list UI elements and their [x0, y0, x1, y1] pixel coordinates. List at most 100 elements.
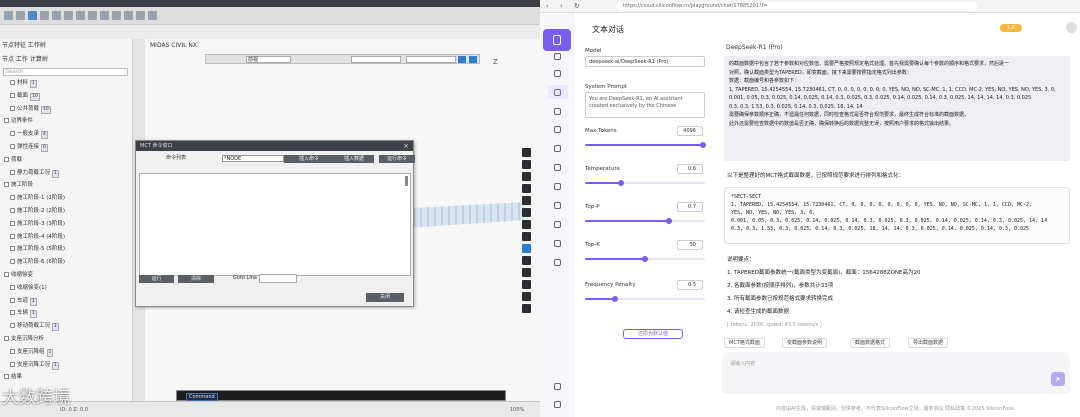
tree-item[interactable]: 一般支承 4 — [10, 129, 48, 140]
toolbar-icon[interactable] — [76, 11, 85, 20]
tree-item[interactable]: 边界条件 — [4, 116, 33, 126]
view-tool-icon[interactable] — [522, 172, 531, 181]
system-prompt-input[interactable]: You are DeepSeek-R1, an AI assistant cre… — [585, 92, 705, 118]
toolbar-icon[interactable] — [16, 11, 25, 20]
home-icon[interactable] — [554, 53, 561, 60]
settings-icon[interactable] — [554, 383, 561, 390]
view-tool-icon[interactable] — [522, 148, 531, 157]
dialog-close-button[interactable]: 关闭 — [366, 293, 404, 302]
toolbar-icon[interactable] — [100, 11, 109, 20]
toolbar-icon[interactable] — [64, 11, 73, 20]
insert-command-button[interactable]: 插入命令 — [284, 155, 334, 163]
view-tool-icon[interactable] — [522, 256, 531, 265]
tree-item[interactable]: 移动荷载工况 1 — [10, 321, 59, 332]
tree-item[interactable]: 公共荷载 10 — [10, 104, 51, 114]
view-tool-icon[interactable] — [522, 232, 531, 241]
clear-button[interactable]: 清除 — [178, 275, 214, 283]
toolbar-icon[interactable] — [148, 11, 157, 20]
slider-handle[interactable] — [642, 256, 648, 262]
chat-icon[interactable] — [554, 89, 561, 96]
tree-item[interactable]: 静力荷载工况 1 — [10, 168, 59, 178]
mct-text-area[interactable] — [139, 173, 411, 276]
param-slider[interactable] — [585, 256, 705, 262]
view-tool-icon[interactable] — [522, 160, 531, 169]
share-icon[interactable] — [554, 259, 561, 266]
close-icon[interactable]: × — [403, 141, 409, 151]
code-block[interactable]: *SECT-SECT 1, TAPERED, 15.4254554, 15.723… — [724, 187, 1070, 244]
tree-item[interactable]: 施工阶段-2 (2阶段) — [10, 206, 65, 216]
tree-item[interactable]: 收缩徐变 — [4, 270, 33, 280]
toolbar-icon[interactable] — [52, 11, 61, 20]
view-icon[interactable] — [469, 56, 477, 63]
view-tool-icon[interactable] — [522, 184, 531, 193]
param-slider[interactable] — [585, 180, 705, 186]
tree-item[interactable]: 施工阶段 — [4, 180, 33, 190]
toolbar-icon[interactable] — [136, 11, 145, 20]
run-command-button[interactable]: 运行命令 — [379, 155, 415, 163]
view-select[interactable]: 前视 — [246, 56, 291, 63]
command-bar[interactable]: Command — [176, 390, 506, 401]
model-select[interactable]: deepseek-ai/DeepSeek-R1 (Pro) — [585, 56, 705, 67]
tree-item[interactable]: 支座沉降组 1 — [10, 347, 54, 357]
filter-select[interactable] — [351, 56, 401, 63]
tree-item[interactable]: 车辆 1 — [10, 308, 37, 319]
tree-item[interactable]: 结果 — [4, 372, 22, 382]
toolbar-icon[interactable] — [4, 11, 13, 20]
tree-item[interactable]: 收缩徐变(1) — [10, 283, 47, 293]
slider-handle[interactable] — [666, 218, 672, 224]
view-tool-icon[interactable] — [522, 268, 531, 277]
balance-badge[interactable]: 1.0 — [1000, 24, 1022, 32]
view-tool-icon[interactable] — [522, 196, 531, 205]
param-value-input[interactable]: 0.6 — [677, 164, 703, 174]
audio-icon[interactable] — [554, 126, 561, 133]
app-logo[interactable] — [543, 29, 571, 51]
slider-handle[interactable] — [618, 180, 624, 186]
tree-item[interactable]: 施工阶段-1 (1阶段) — [10, 193, 65, 203]
view-tool-icon[interactable] — [522, 304, 531, 313]
dialog-title[interactable]: MCT 命令窗口 — [136, 141, 413, 151]
view-tool-icon[interactable] — [522, 244, 531, 253]
tree-item[interactable]: 材料 1 — [10, 78, 37, 88]
suggestion-chip[interactable]: 导出截面数据 — [908, 338, 949, 348]
tree-item[interactable]: 截面 10 — [10, 91, 40, 101]
chat-input[interactable]: 请输入内容 ➤ — [722, 352, 1070, 394]
suggestion-chip[interactable]: 变截面参数说明 — [782, 338, 828, 348]
viewport-tab[interactable]: MIDAS CIVIL NX — [150, 42, 197, 49]
goto-line-input[interactable] — [259, 274, 297, 283]
param-value-input[interactable]: 0.5 — [677, 280, 703, 290]
toolbar-icon[interactable] — [28, 11, 37, 20]
view-tool-icon[interactable] — [522, 280, 531, 289]
tree-item[interactable]: 支座沉降分析 — [4, 334, 44, 344]
param-value-input[interactable]: 0.7 — [677, 202, 703, 212]
slider-handle[interactable] — [612, 296, 618, 302]
param-value-input[interactable]: 4096 — [677, 126, 703, 136]
doc-icon[interactable] — [554, 221, 561, 228]
tree-item[interactable]: 弹性连接 6 — [10, 142, 48, 152]
view-tool-icon[interactable] — [522, 220, 531, 229]
reset-defaults-button[interactable]: 还原为默认值 — [623, 329, 683, 339]
batch-icon[interactable] — [554, 202, 561, 209]
url-field[interactable]: https://cloud.siliconflow.cn/playground/… — [617, 2, 977, 11]
command-select[interactable]: *NODE — [222, 155, 284, 162]
image-icon[interactable] — [554, 108, 561, 115]
tree-item[interactable]: 施工阶段-4 (4阶段) — [10, 232, 65, 242]
run-button[interactable]: 运行 — [139, 275, 174, 283]
key-icon[interactable] — [554, 240, 561, 247]
toolbar-icon[interactable] — [112, 11, 121, 20]
tree-item[interactable]: 车道 1 — [10, 296, 37, 306]
forward-icon[interactable]: › — [560, 2, 563, 11]
finetune-icon[interactable] — [554, 183, 561, 190]
download-icon[interactable] — [554, 145, 561, 152]
api-icon[interactable] — [554, 164, 561, 171]
tree-item[interactable]: 施工阶段-6 (6阶段) — [10, 257, 65, 267]
send-button[interactable]: ➤ — [1051, 372, 1065, 386]
tree-item[interactable]: 荷载 — [4, 155, 22, 165]
insert-data-button[interactable]: 插入数据 — [334, 155, 374, 163]
suggestion-chip[interactable]: MCT格式截面 — [724, 338, 765, 348]
param-value-input[interactable]: 50 — [677, 240, 703, 250]
param-slider[interactable] — [585, 142, 706, 148]
scrollbar[interactable] — [405, 176, 408, 186]
back-icon[interactable]: ‹ — [546, 2, 549, 11]
view-tool-icon[interactable] — [522, 292, 531, 301]
panel-tabs[interactable]: 节点 工作 计算树 — [2, 54, 48, 63]
